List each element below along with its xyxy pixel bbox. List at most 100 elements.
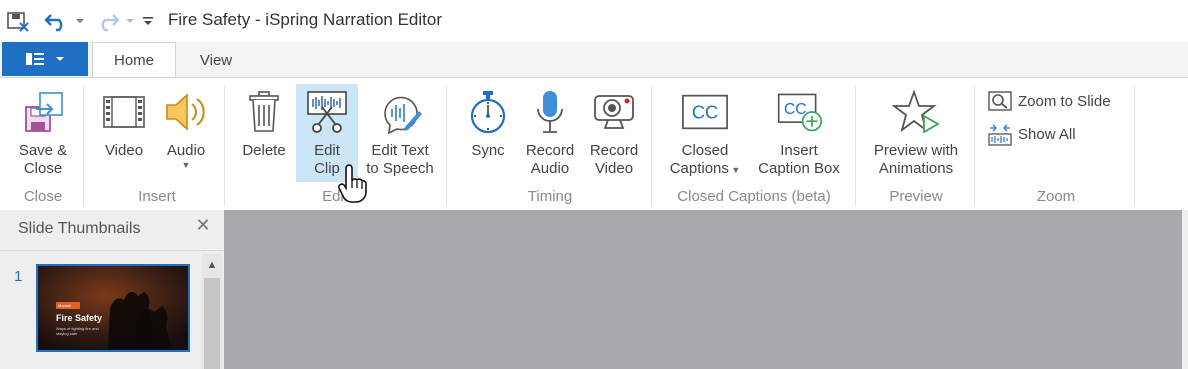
group-separator bbox=[83, 86, 84, 206]
preview-label-1: Preview with bbox=[873, 142, 959, 159]
film-strip-icon bbox=[100, 88, 148, 136]
redo-dropdown-icon[interactable] bbox=[123, 8, 137, 34]
record-video-label-2: Video bbox=[594, 160, 634, 177]
slide-thumbnail[interactable]: Module Fire Safety Ways of fighting fire… bbox=[36, 264, 190, 352]
slide-badge: Module bbox=[58, 303, 72, 308]
preview-label-2: Animations bbox=[878, 160, 954, 177]
group-label-preview: Preview bbox=[889, 188, 943, 205]
closed-captions-label-2: Captions ▼ bbox=[670, 160, 741, 178]
text-to-speech-icon bbox=[376, 88, 424, 136]
edit-text-speech-label-1: Edit Text bbox=[371, 142, 429, 159]
delete-button[interactable]: Delete bbox=[236, 84, 292, 184]
ribbon-tab-bar: Home View bbox=[0, 42, 1188, 78]
redo-icon[interactable] bbox=[92, 8, 122, 34]
zoom-slide-icon bbox=[988, 91, 1012, 111]
microphone-icon bbox=[526, 88, 574, 136]
svg-text:CC: CC bbox=[784, 101, 807, 118]
group-separator bbox=[446, 86, 447, 206]
speaker-icon bbox=[162, 88, 210, 136]
save-close-button[interactable]: Save & Close bbox=[10, 84, 76, 184]
slide-number: 1 bbox=[14, 268, 23, 285]
star-play-icon bbox=[892, 88, 940, 136]
tab-view[interactable]: View bbox=[180, 42, 252, 78]
group-separator bbox=[974, 86, 975, 206]
group-separator bbox=[651, 86, 652, 206]
video-label: Video bbox=[104, 142, 144, 159]
save-close-label-1: Save & bbox=[18, 142, 68, 159]
undo-icon[interactable] bbox=[42, 8, 72, 34]
tab-home[interactable]: Home bbox=[92, 42, 176, 78]
zoom-to-slide-label: Zoom to Slide bbox=[1018, 92, 1111, 110]
group-separator bbox=[855, 86, 856, 206]
ribbon: Save & Close Close Video Audio ▼ Insert … bbox=[0, 77, 1188, 210]
svg-text:CC: CC bbox=[692, 102, 718, 123]
slide-body-text: Ways of fighting fire and staying safe bbox=[56, 326, 99, 336]
cc-icon: CC bbox=[681, 88, 729, 136]
insert-caption-icon: CC bbox=[775, 88, 823, 136]
save-close-label-2: Close bbox=[23, 160, 63, 177]
record-video-button[interactable]: Record Video bbox=[584, 84, 644, 184]
show-all-label: Show All bbox=[1018, 125, 1076, 143]
chevron-down-icon bbox=[56, 57, 64, 61]
customize-icon[interactable] bbox=[140, 8, 156, 34]
record-audio-label-2: Audio bbox=[530, 160, 570, 177]
insert-video-button[interactable]: Video bbox=[98, 84, 150, 184]
thumbnail-scrollbar[interactable]: ▲ bbox=[202, 254, 222, 369]
chevron-down-icon: ▼ bbox=[728, 165, 741, 175]
chevron-up-icon[interactable]: ▲ bbox=[202, 254, 222, 276]
record-video-label-1: Record bbox=[589, 142, 639, 159]
window-title: Fire Safety - iSpring Narration Editor bbox=[168, 10, 442, 29]
scrollbar-thumb[interactable] bbox=[204, 278, 220, 369]
undo-dropdown-icon[interactable] bbox=[73, 8, 87, 34]
slide-heading: Fire Safety bbox=[56, 313, 103, 323]
right-edge bbox=[1182, 210, 1188, 369]
save-icon[interactable] bbox=[4, 8, 32, 34]
thumbnail-image bbox=[38, 266, 188, 350]
record-audio-button[interactable]: Record Audio bbox=[520, 84, 580, 184]
audio-label: Audio bbox=[166, 142, 206, 159]
group-label-insert: Insert bbox=[138, 188, 176, 205]
edit-clip-label-2: Clip bbox=[314, 160, 340, 177]
group-label-close: Close bbox=[23, 188, 63, 205]
trash-icon bbox=[240, 88, 288, 136]
title-bar: Fire Safety - iSpring Narration Editor bbox=[0, 0, 1188, 42]
slide-stage bbox=[224, 210, 1188, 369]
webcam-icon bbox=[590, 88, 638, 136]
edit-clip-icon bbox=[303, 88, 351, 136]
group-label-edit: Edit bbox=[322, 188, 348, 205]
group-separator bbox=[1134, 86, 1135, 206]
delete-label: Delete bbox=[242, 142, 286, 159]
sync-button[interactable]: Sync bbox=[462, 84, 514, 184]
group-label-timing: Timing bbox=[527, 188, 573, 205]
sync-label: Sync bbox=[471, 142, 505, 159]
group-label-closed-captions: Closed Captions (beta) bbox=[677, 188, 831, 205]
divider bbox=[0, 250, 224, 251]
show-all-icon bbox=[988, 124, 1012, 146]
chevron-down-icon: ▼ bbox=[181, 160, 191, 170]
closed-captions-button[interactable]: CC Closed Captions ▼ bbox=[662, 84, 748, 184]
menu-icon bbox=[26, 53, 44, 65]
insert-caption-label-2: Caption Box bbox=[758, 160, 840, 177]
closed-captions-label-text: Captions bbox=[669, 160, 729, 177]
edit-clip-label-1: Edit bbox=[314, 142, 340, 159]
record-audio-label-1: Record bbox=[525, 142, 575, 159]
slide-thumbnails-panel: Slide Thumbnails ✕ 1 Module Fire Safety bbox=[0, 210, 224, 369]
workspace: Slide Thumbnails ✕ 1 Module Fire Safety bbox=[0, 210, 1188, 369]
zoom-to-slide-button[interactable]: Zoom to Slide bbox=[988, 88, 1111, 114]
group-separator bbox=[224, 86, 225, 206]
insert-caption-label-1: Insert bbox=[780, 142, 818, 159]
closed-captions-label-1: Closed bbox=[681, 142, 729, 159]
save-close-icon bbox=[19, 88, 67, 136]
panel-title: Slide Thumbnails bbox=[18, 220, 141, 237]
close-icon[interactable]: ✕ bbox=[192, 214, 214, 236]
hand-cursor-icon bbox=[338, 164, 367, 203]
stopwatch-icon bbox=[464, 88, 512, 136]
edit-text-speech-label-2: to Speech bbox=[366, 160, 434, 177]
insert-audio-button[interactable]: Audio ▼ bbox=[158, 84, 214, 184]
insert-caption-box-button[interactable]: CC Insert Caption Box bbox=[752, 84, 846, 184]
preview-with-animations-button[interactable]: Preview with Animations bbox=[864, 84, 968, 184]
file-menu-button[interactable] bbox=[2, 42, 88, 76]
group-label-zoom: Zoom bbox=[1036, 188, 1076, 205]
show-all-button[interactable]: Show All bbox=[988, 121, 1076, 147]
edit-text-to-speech-button[interactable]: Edit Text to Speech bbox=[362, 84, 438, 184]
